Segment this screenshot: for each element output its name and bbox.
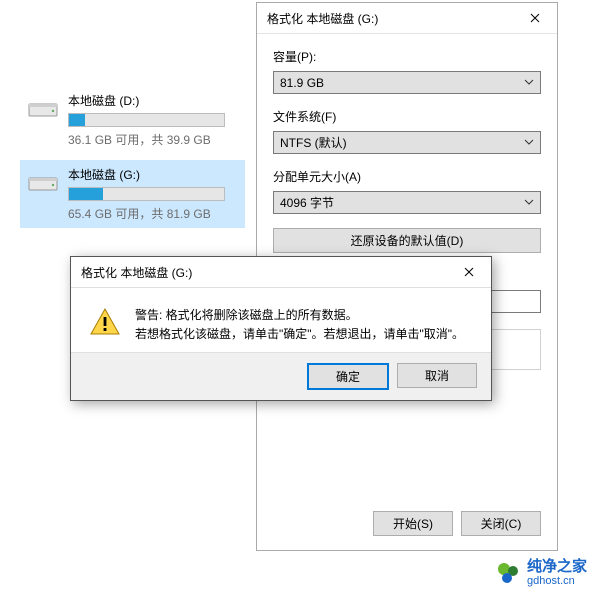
warning-messagebox: 格式化 本地磁盘 (G:) 警告: 格式化将删除该磁盘上的所有数据。 若想格式化… [70, 256, 492, 401]
cancel-button[interactable]: 取消 [397, 363, 477, 388]
allocation-combobox[interactable]: 4096 字节 [273, 191, 541, 214]
drive-usage-fill [69, 188, 103, 200]
allocation-value: 4096 字节 [280, 194, 334, 211]
warning-icon [89, 306, 121, 338]
capacity-label: 容量(P): [273, 48, 541, 65]
messagebox-titlebar[interactable]: 格式化 本地磁盘 (G:) [71, 257, 491, 288]
filesystem-value: NTFS (默认) [280, 134, 347, 151]
watermark: 纯净之家 gdhost.cn [495, 558, 587, 588]
watermark-url: gdhost.cn [527, 575, 587, 588]
ok-button[interactable]: 确定 [307, 363, 389, 390]
hard-drive-icon [28, 96, 58, 118]
capacity-value: 81.9 GB [280, 76, 324, 90]
drive-usage-bar [68, 187, 225, 201]
watermark-brand: 纯净之家 [527, 558, 587, 575]
restore-defaults-button[interactable]: 还原设备的默认值(D) [273, 228, 541, 253]
drive-subtitle: 36.1 GB 可用，共 39.9 GB [68, 131, 237, 148]
drive-usage-fill [69, 114, 85, 126]
chevron-down-icon [524, 197, 534, 207]
format-dialog-footer: 开始(S) 关闭(C) [373, 511, 541, 536]
drive-info: 本地磁盘 (G:) 65.4 GB 可用，共 81.9 GB [68, 166, 237, 222]
messagebox-text: 警告: 格式化将删除该磁盘上的所有数据。 若想格式化该磁盘，请单击"确定"。若想… [135, 306, 464, 344]
close-icon [464, 267, 474, 277]
chevron-down-icon [524, 137, 534, 147]
format-dialog-title: 格式化 本地磁盘 (G:) [257, 10, 512, 27]
format-dialog-titlebar[interactable]: 格式化 本地磁盘 (G:) [257, 3, 557, 34]
messagebox-body: 警告: 格式化将删除该磁盘上的所有数据。 若想格式化该磁盘，请单击"确定"。若想… [71, 288, 491, 352]
messagebox-line2: 若想格式化该磁盘，请单击"确定"。若想退出，请单击"取消"。 [135, 325, 464, 344]
messagebox-footer: 确定 取消 [71, 352, 491, 400]
drive-list: 本地磁盘 (D:) 36.1 GB 可用，共 39.9 GB 本地磁盘 (G:)… [20, 86, 245, 234]
close-icon [530, 13, 540, 23]
drive-name: 本地磁盘 (G:) [68, 166, 237, 183]
capacity-combobox[interactable]: 81.9 GB [273, 71, 541, 94]
close-dialog-button[interactable]: 关闭(C) [461, 511, 541, 536]
ok-button-label: 确定 [336, 368, 360, 385]
close-button[interactable] [512, 3, 557, 33]
drive-item[interactable]: 本地磁盘 (D:) 36.1 GB 可用，共 39.9 GB [20, 86, 245, 154]
drive-info: 本地磁盘 (D:) 36.1 GB 可用，共 39.9 GB [68, 92, 237, 148]
close-dialog-button-label: 关闭(C) [481, 515, 522, 532]
drive-subtitle: 65.4 GB 可用，共 81.9 GB [68, 205, 237, 222]
messagebox-line1: 警告: 格式化将删除该磁盘上的所有数据。 [135, 306, 464, 325]
drive-item[interactable]: 本地磁盘 (G:) 65.4 GB 可用，共 81.9 GB [20, 160, 245, 228]
filesystem-combobox[interactable]: NTFS (默认) [273, 131, 541, 154]
drive-usage-bar [68, 113, 225, 127]
messagebox-title: 格式化 本地磁盘 (G:) [71, 264, 446, 281]
watermark-text: 纯净之家 gdhost.cn [527, 558, 587, 588]
filesystem-label: 文件系统(F) [273, 108, 541, 125]
messagebox-close-button[interactable] [446, 257, 491, 287]
chevron-down-icon [524, 77, 534, 87]
start-button-label: 开始(S) [393, 515, 433, 532]
cancel-button-label: 取消 [425, 367, 449, 384]
start-button[interactable]: 开始(S) [373, 511, 453, 536]
restore-defaults-label: 还原设备的默认值(D) [351, 232, 464, 249]
drive-name: 本地磁盘 (D:) [68, 92, 237, 109]
watermark-logo-icon [495, 560, 521, 586]
hard-drive-icon [28, 170, 58, 192]
allocation-label: 分配单元大小(A) [273, 168, 541, 185]
